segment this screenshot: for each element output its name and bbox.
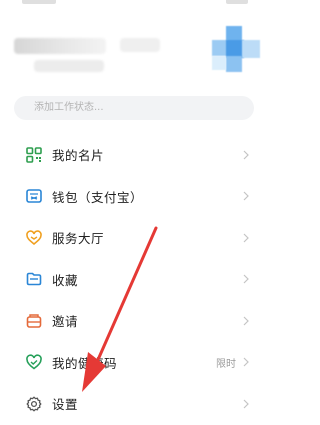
work-status-input[interactable] <box>14 96 254 120</box>
profile-org-redacted <box>34 60 104 72</box>
menu-item-my-card[interactable]: 我的名片 <box>0 134 260 176</box>
menu-item-label: 服务大厅 <box>52 231 105 247</box>
health-code-icon <box>26 354 42 370</box>
gear-icon <box>26 396 42 412</box>
profile-name-redacted <box>14 38 106 54</box>
menu-item-service-hall[interactable]: 服务大厅 <box>0 217 260 259</box>
chevron-right-icon <box>243 274 249 284</box>
chevron-right-icon <box>243 357 249 367</box>
menu-item-favorites[interactable]: 收藏 <box>0 259 260 301</box>
menu-item-health-code[interactable]: 我的健康码 限时 <box>0 342 260 384</box>
menu-item-label: 收藏 <box>52 272 79 288</box>
menu-item-label: 我的名片 <box>52 148 105 164</box>
menu-item-label: 我的健康码 <box>52 355 118 371</box>
folder-collect-icon <box>26 272 42 286</box>
menu-item-invite[interactable]: 邀请 <box>0 300 260 342</box>
chevron-right-icon <box>243 150 249 160</box>
chevron-right-icon <box>243 399 249 409</box>
menu-item-label: 设置 <box>52 397 79 413</box>
heart-service-icon <box>26 230 42 245</box>
chevron-right-icon <box>243 316 249 326</box>
menu-item-wallet[interactable]: 钱包（支付宝） <box>0 176 260 218</box>
avatar[interactable] <box>212 26 260 74</box>
profile-header[interactable] <box>0 18 260 88</box>
chevron-right-icon <box>243 233 249 243</box>
status-bar <box>0 0 260 12</box>
status-time-blur <box>22 0 56 4</box>
invite-icon <box>26 314 42 328</box>
status-battery-blur <box>226 0 248 4</box>
limited-time-badge: 限时 <box>216 358 236 370</box>
qr-card-icon <box>26 146 42 163</box>
settings-menu: 我的名片 钱包（支付宝） 服务大厅 收藏 邀请 我的健康码 限时 设置 <box>0 134 260 425</box>
chevron-right-icon <box>243 191 249 201</box>
menu-item-settings[interactable]: 设置 <box>0 383 260 425</box>
wallet-icon <box>26 189 42 204</box>
profile-title-redacted <box>120 38 160 52</box>
menu-item-label: 钱包（支付宝） <box>52 189 144 205</box>
menu-item-label: 邀请 <box>52 314 79 330</box>
